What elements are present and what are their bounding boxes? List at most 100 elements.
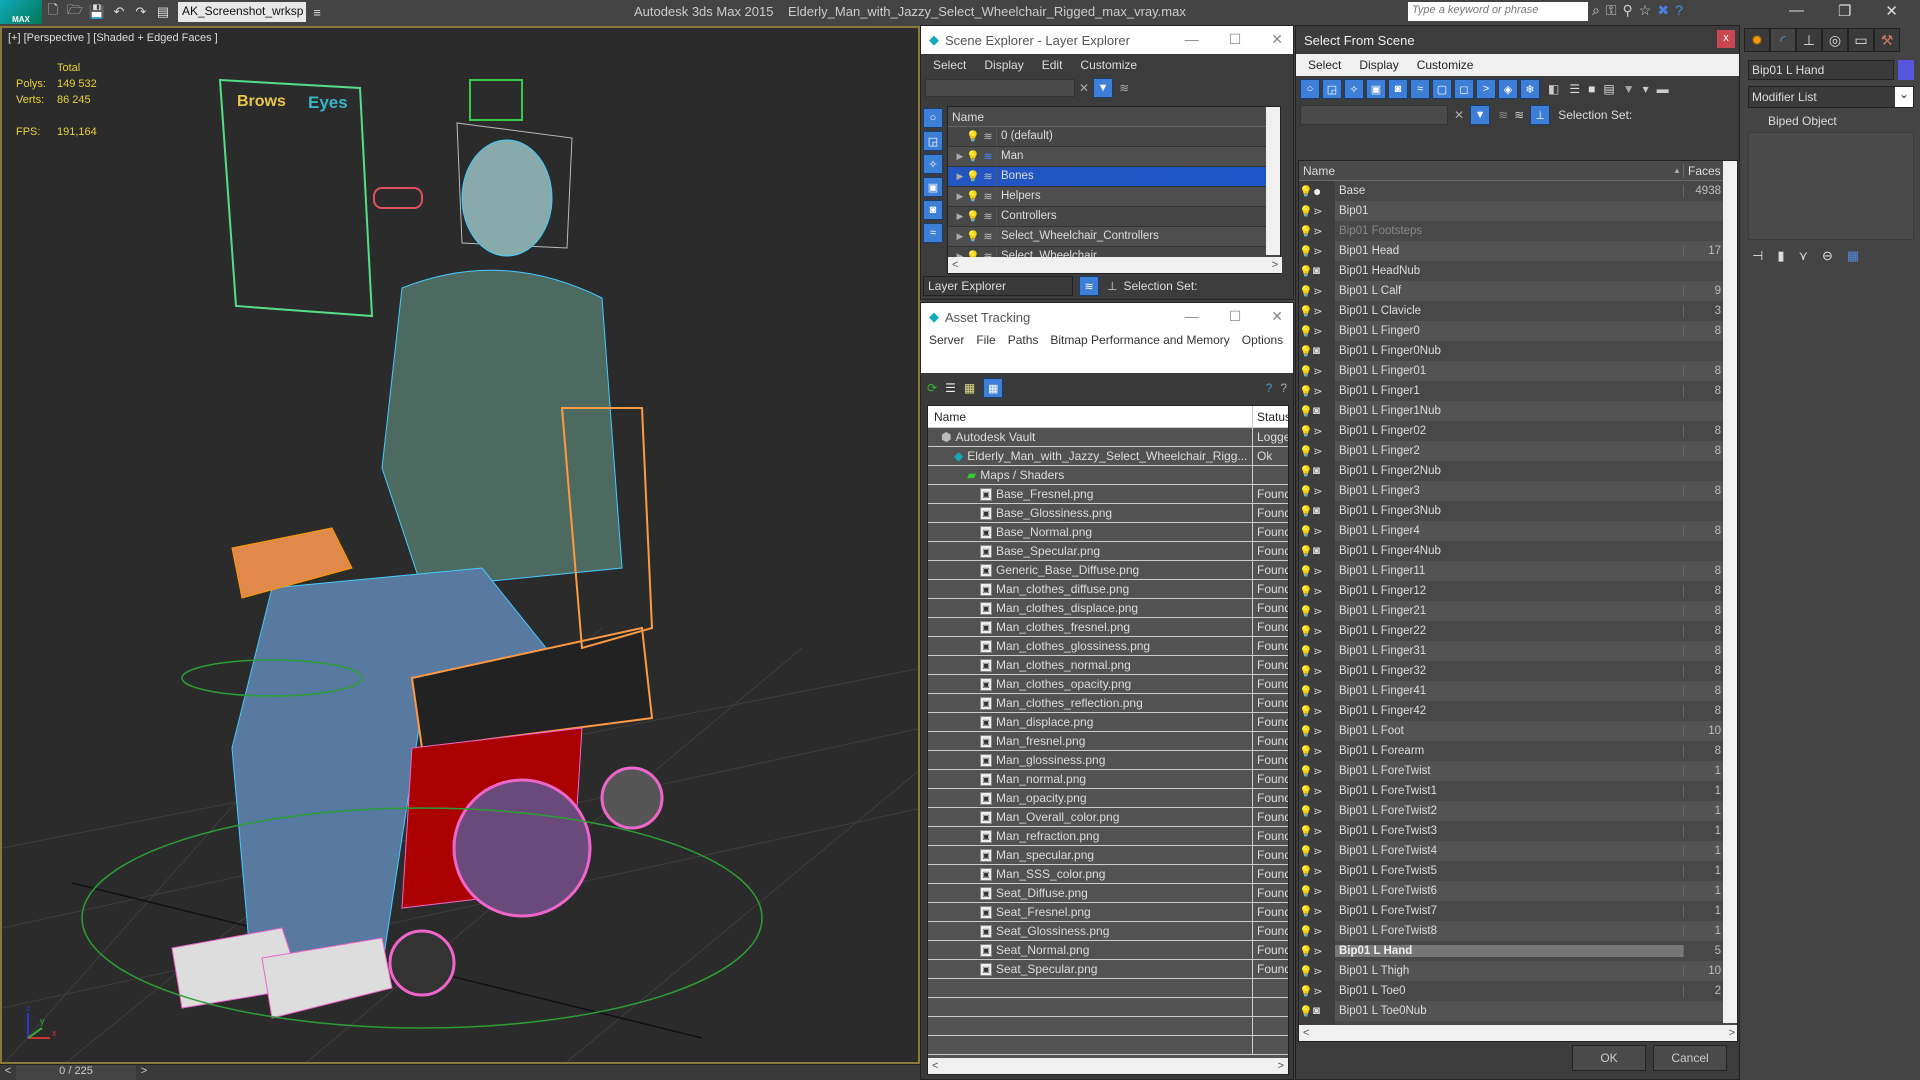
asset-row[interactable]: ▣ Man_Overall_color.png Found <box>928 808 1288 827</box>
maximize-button[interactable]: ☐ <box>1229 308 1242 325</box>
object-row[interactable]: 💡 ⋗ Bip01 L ForeTwist2 1 <box>1299 801 1723 821</box>
invert-display-icon[interactable]: ▤ <box>1603 82 1614 96</box>
visibility-bulb-icon[interactable]: 💡 <box>1299 525 1313 538</box>
refresh-icon[interactable]: ⟳ <box>927 381 937 395</box>
visibility-bulb-icon[interactable]: 💡 <box>966 130 980 143</box>
keyword-search-input[interactable]: Type a keyword or phrase <box>1408 2 1588 21</box>
object-row[interactable]: 💡 ⋗ Bip01 L Toe0 2 <box>1299 981 1723 1001</box>
shapes-filter-icon[interactable]: ◲ <box>1322 79 1342 99</box>
object-row[interactable]: 💡 ⋗ Bip01 L Finger02 8 <box>1299 421 1723 441</box>
visibility-bulb-icon[interactable]: 💡 <box>1299 685 1313 698</box>
object-row[interactable]: 💡 ⋗ Bip01 L Finger3 8 <box>1299 481 1723 501</box>
undo-icon[interactable]: ↶ <box>108 2 130 22</box>
visibility-bulb-icon[interactable]: 💡 <box>966 210 980 223</box>
expand-arrow-icon[interactable]: ▶ <box>954 171 966 182</box>
column-header-status[interactable]: Status <box>1253 406 1288 427</box>
sort-by-layer-icon[interactable]: ≋ <box>1514 108 1524 122</box>
shapes-filter-icon[interactable]: ◲ <box>923 131 943 151</box>
column-header-name[interactable]: Name <box>948 107 1280 127</box>
menu-paths[interactable]: Paths <box>1008 333 1039 371</box>
object-row[interactable]: 💡 ⋗ Bip01 L ForeTwist 1 <box>1299 761 1723 781</box>
object-row[interactable]: 💡 ◙ Bip01 L Finger1Nub <box>1299 401 1723 421</box>
object-row[interactable]: 💡 ⋗ Bip01 L Clavicle 3 <box>1299 301 1723 321</box>
explorer-mode-dropdown[interactable]: Layer Explorer <box>923 276 1073 296</box>
menu-file[interactable]: File <box>976 333 995 371</box>
clear-search-icon[interactable]: ✕ <box>1079 81 1089 95</box>
visibility-bulb-icon[interactable]: 💡 <box>1299 505 1313 518</box>
asset-row[interactable]: ▣ Base_Normal.png Found <box>928 523 1288 542</box>
visibility-bulb-icon[interactable]: 💡 <box>1299 925 1313 938</box>
object-row[interactable]: 💡 ⋗ Bip01 L Finger0 8 <box>1299 321 1723 341</box>
visibility-bulb-icon[interactable]: 💡 <box>1299 345 1313 358</box>
minimize-button[interactable]: — <box>1789 2 1804 20</box>
prev-frame-button[interactable]: < <box>0 1065 16 1080</box>
redo-icon[interactable]: ↷ <box>130 2 152 22</box>
help-icon[interactable]: ? <box>1675 2 1683 19</box>
visibility-bulb-icon[interactable]: 💡 <box>1299 265 1313 278</box>
x-icon[interactable]: ✖ <box>1657 2 1669 19</box>
visibility-bulb-icon[interactable]: 💡 <box>1299 785 1313 798</box>
spacewarps-filter-icon[interactable]: ≈ <box>1410 79 1430 99</box>
xrefs-filter-icon[interactable]: ◻ <box>1454 79 1474 99</box>
app-logo[interactable]: MAX <box>0 0 42 24</box>
list-view-icon[interactable]: ☰ <box>945 381 956 395</box>
lights-filter-icon[interactable]: ✧ <box>1344 79 1364 99</box>
asset-row[interactable]: ▣ Man_clothes_fresnel.png Found <box>928 618 1288 637</box>
expand-arrow-icon[interactable]: ▶ <box>954 151 966 162</box>
find-filter-icon[interactable]: ▼ <box>1470 105 1491 125</box>
new-icon[interactable]: 🗋 <box>42 2 64 22</box>
visibility-bulb-icon[interactable]: 💡 <box>1299 285 1313 298</box>
object-row[interactable]: 💡 ◙ Bip01 L Finger3Nub <box>1299 501 1723 521</box>
select-from-scene-titlebar[interactable]: Select From Scene x <box>1296 26 1739 54</box>
chevron-down-icon[interactable]: ⌄ <box>1895 87 1913 107</box>
groups-filter-icon[interactable]: ▢ <box>1432 79 1452 99</box>
toggle-icon[interactable]: ▬ <box>1657 82 1669 96</box>
layer-row[interactable]: ▶ 💡 ≋ Helpers <box>948 187 1280 207</box>
menu-display[interactable]: Display <box>1359 58 1398 72</box>
object-row[interactable]: 💡 ⋗ Bip01 <box>1299 201 1723 221</box>
close-button[interactable]: ✕ <box>1271 31 1283 48</box>
object-row[interactable]: 💡 ◙ Bip01 HeadNub <box>1299 261 1723 281</box>
cancel-button[interactable]: Cancel <box>1653 1045 1727 1071</box>
menu-bitmap-performance-and-memory[interactable]: Bitmap Performance and Memory <box>1050 333 1229 371</box>
visibility-bulb-icon[interactable]: 💡 <box>966 170 980 183</box>
object-list-hscrollbar[interactable]: < > <box>1299 1025 1737 1041</box>
object-row[interactable]: 💡 ⋗ Bip01 L ForeTwist8 1 <box>1299 921 1723 941</box>
asset-tracking-titlebar[interactable]: ◆ Asset Tracking — ☐ ✕ <box>921 303 1293 331</box>
visibility-bulb-icon[interactable]: 💡 <box>1299 865 1313 878</box>
remove-modifier-icon[interactable]: ⊖ <box>1822 248 1833 264</box>
asset-row[interactable]: ▣ Seat_Normal.png Found <box>928 941 1288 960</box>
layer-row[interactable]: ▶ 💡 ≋ Controllers <box>948 207 1280 227</box>
object-row[interactable]: 💡 ◙ Bip01 L Toe0Nub <box>1299 1001 1723 1021</box>
visibility-bulb-icon[interactable]: 💡 <box>966 230 980 243</box>
object-row[interactable]: 💡 ⋗ Bip01 L ForeTwist1 1 <box>1299 781 1723 801</box>
visibility-bulb-icon[interactable]: 💡 <box>1299 965 1313 978</box>
show-end-result-icon[interactable]: ▮ <box>1777 248 1784 264</box>
visibility-bulb-icon[interactable]: 💡 <box>1299 225 1313 238</box>
containers-filter-icon[interactable]: ◈ <box>1498 79 1518 99</box>
visibility-bulb-icon[interactable]: 💡 <box>1299 905 1313 918</box>
object-row[interactable]: 💡 ◙ Bip01 L Finger2Nub <box>1299 461 1723 481</box>
layer-row[interactable]: ▶ 💡 ≋ Select_Wheelchair_Controllers <box>948 227 1280 247</box>
menu-display[interactable]: Display <box>984 58 1023 72</box>
visibility-bulb-icon[interactable]: 💡 <box>1299 765 1313 778</box>
visibility-bulb-icon[interactable]: 💡 <box>966 190 980 203</box>
visibility-bulb-icon[interactable]: 💡 <box>1299 665 1313 678</box>
asset-row[interactable]: ▣ Man_clothes_displace.png Found <box>928 599 1288 618</box>
scene-explorer-search-input[interactable] <box>925 79 1075 97</box>
visibility-bulb-icon[interactable]: 💡 <box>1299 605 1313 618</box>
layer-row[interactable]: ▶ 💡 ≋ Bones <box>948 167 1280 187</box>
table-view-icon[interactable]: ▦ <box>983 378 1004 398</box>
clear-search-icon[interactable]: ✕ <box>1454 108 1464 122</box>
object-row[interactable]: 💡 ⋗ Bip01 L Thigh 10 <box>1299 961 1723 981</box>
layer-options-icon[interactable]: ≋ <box>1498 108 1508 122</box>
visibility-bulb-icon[interactable]: 💡 <box>1299 305 1313 318</box>
frame-counter[interactable]: 0 / 225 <box>16 1065 136 1080</box>
configure-sets-icon[interactable]: ▦ <box>1847 248 1859 264</box>
object-row[interactable]: 💡 ⋗ Bip01 L Finger11 8 <box>1299 561 1723 581</box>
object-row[interactable]: 💡 ⋗ Bip01 L Foot 10 <box>1299 721 1723 741</box>
visibility-bulb-icon[interactable]: 💡 <box>1299 625 1313 638</box>
visibility-bulb-icon[interactable]: 💡 <box>1299 1005 1313 1018</box>
help-icon[interactable]: ? <box>1280 381 1287 395</box>
bones-filter-icon[interactable]: > <box>1476 79 1496 99</box>
